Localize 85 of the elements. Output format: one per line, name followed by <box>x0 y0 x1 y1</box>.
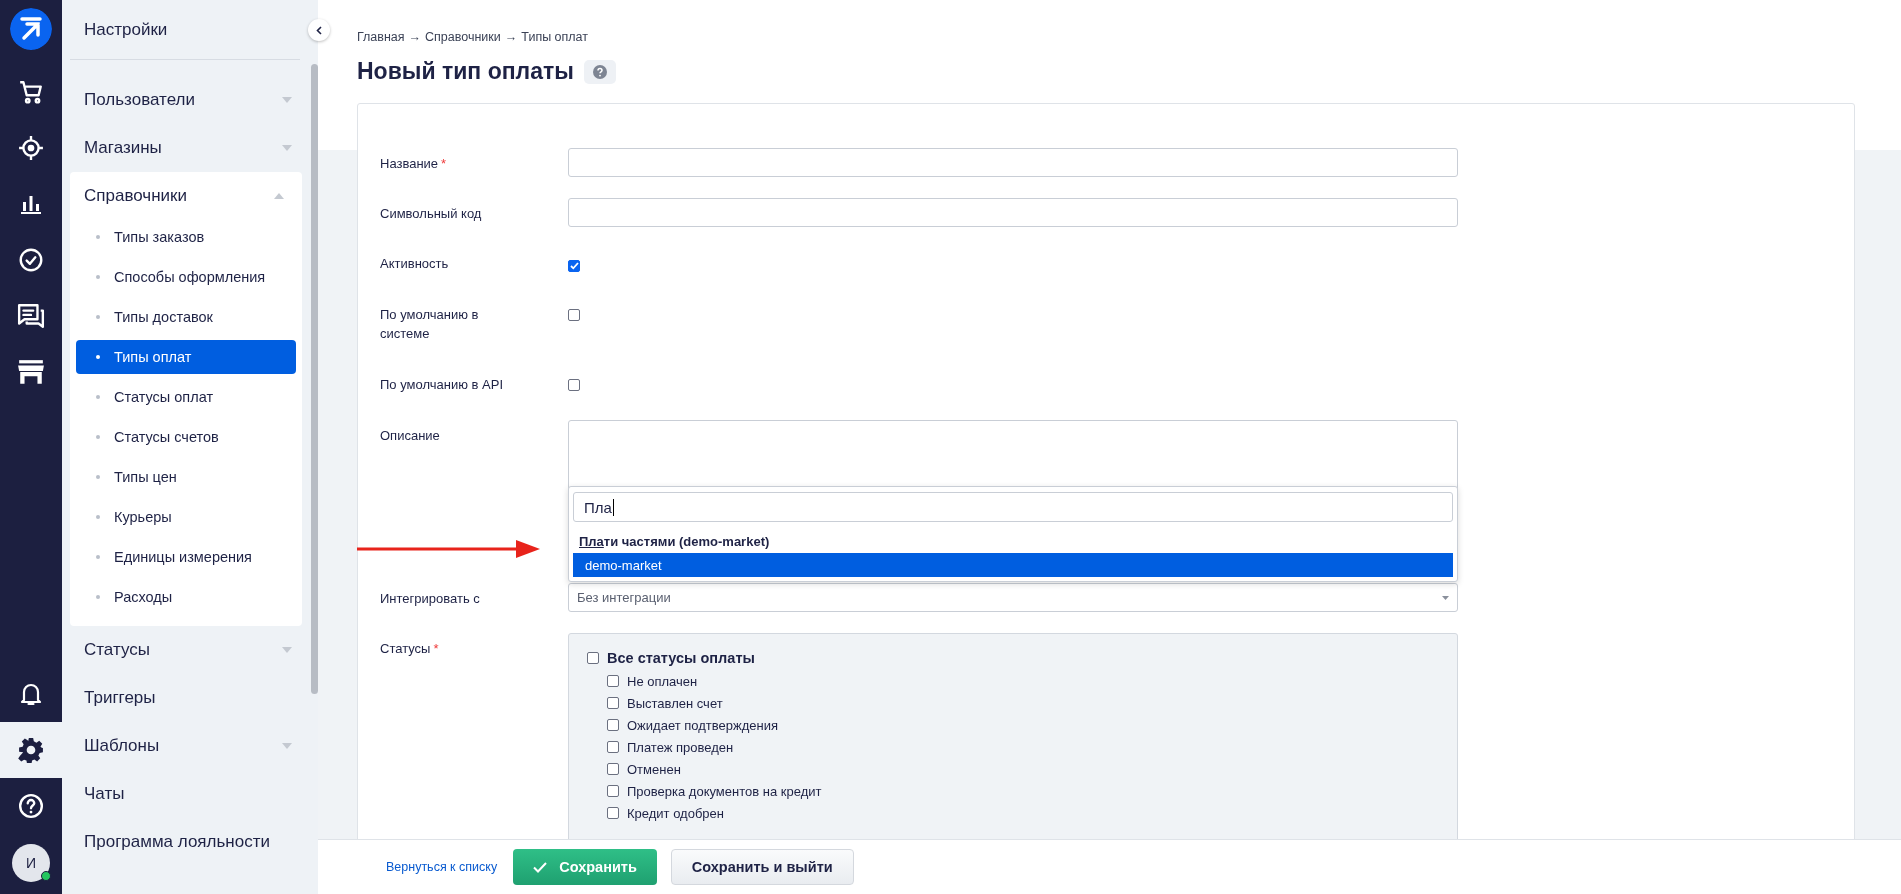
field-label: Статусы * <box>380 640 440 658</box>
checkbox[interactable] <box>607 763 619 775</box>
checkbox-label: Проверка документов на кредит <box>627 783 822 799</box>
submenu-item[interactable]: Способы оформления <box>76 260 296 294</box>
help-button[interactable] <box>583 59 616 84</box>
caret-icon <box>282 145 292 151</box>
collapse-button[interactable] <box>308 19 330 41</box>
checkbox[interactable] <box>607 697 619 709</box>
user-avatar[interactable]: И <box>12 844 50 882</box>
sidebar-item[interactable]: Магазины <box>70 124 310 172</box>
breadcrumb-link[interactable]: Справочники <box>425 30 501 44</box>
page-title: Новый тип оплаты <box>357 58 574 85</box>
checkbox[interactable] <box>607 741 619 753</box>
sidebar-item[interactable]: Шаблоны <box>70 722 310 770</box>
checkbox[interactable] <box>607 719 619 731</box>
submenu-item[interactable]: Типы заказов <box>76 220 296 254</box>
breadcrumb-link[interactable]: Типы оплат <box>521 30 589 44</box>
caret-icon <box>1442 595 1449 600</box>
checkbox-label: Ожидает подтверждения <box>627 717 778 733</box>
field-label: Название * <box>380 155 448 173</box>
field-label: По умолчанию в API <box>380 376 504 394</box>
submenu-item[interactable]: Типы цен <box>76 460 296 494</box>
option-group-label: Плати частями (demo-market) <box>579 534 770 549</box>
caret-icon <box>282 97 292 103</box>
check-circle-icon <box>18 247 44 273</box>
sidebar-item[interactable]: Чаты <box>70 770 310 818</box>
text-input[interactable] <box>568 198 1458 227</box>
field-label: Интегрировать с <box>380 590 481 608</box>
checkbox[interactable] <box>568 379 580 391</box>
checkbox-label: Не оплачен <box>627 673 698 689</box>
field-label: Активность <box>380 255 450 273</box>
field-label: По умолчанию в системе <box>380 306 480 343</box>
nav-button[interactable] <box>0 722 62 778</box>
breadcrumb-separator: → <box>504 30 518 44</box>
submenu-item[interactable]: Расходы <box>76 580 296 614</box>
save-and-exit-button[interactable]: Сохранить и выйти <box>670 849 854 885</box>
chevron-left-icon <box>316 25 322 35</box>
help-icon <box>18 793 44 819</box>
text-input[interactable] <box>568 148 1458 177</box>
checkbox[interactable] <box>607 807 619 819</box>
checkbox-label: Все статусы оплаты <box>607 650 755 666</box>
settings-icon <box>18 737 44 763</box>
caret-icon <box>274 193 284 199</box>
crosshair-icon <box>18 135 44 161</box>
sidebar-item[interactable]: Пользователи <box>70 76 310 124</box>
help-icon <box>592 64 607 79</box>
checkbox[interactable] <box>568 309 580 321</box>
dropdown-search-field[interactable]: Пла <box>573 492 1453 522</box>
required-mark: * <box>433 641 439 656</box>
back-link[interactable]: Вернуться к списку <box>386 860 498 874</box>
checkbox[interactable] <box>607 785 619 797</box>
bell-icon <box>19 681 43 707</box>
field-label: Описание <box>380 427 441 445</box>
cart-icon <box>18 79 44 105</box>
integration-select[interactable]: Без интеграции <box>568 583 1458 612</box>
store-icon <box>17 359 45 385</box>
checkbox[interactable] <box>607 675 619 687</box>
checkbox-label: Отменен <box>627 761 681 777</box>
submenu-item[interactable]: Типы доставок <box>76 300 296 334</box>
caret-icon <box>282 647 292 653</box>
sidebar-title: Настройки <box>70 0 300 60</box>
sidebar-item[interactable]: Статусы <box>70 626 310 674</box>
submenu-item[interactable]: Типы оплат <box>76 340 296 374</box>
caret-icon <box>282 743 292 749</box>
submenu-item[interactable]: Статусы счетов <box>76 420 296 454</box>
sidebar-item[interactable]: Триггеры <box>70 674 310 722</box>
checkbox-label: Выставлен счет <box>627 695 723 711</box>
breadcrumb-separator: → <box>408 30 422 44</box>
checkbox[interactable] <box>587 652 599 664</box>
chat-icon <box>17 303 45 329</box>
sidebar-item[interactable]: Справочники <box>70 172 302 220</box>
submenu-item[interactable]: Статусы оплат <box>76 380 296 414</box>
check-icon <box>533 861 548 873</box>
submenu-item[interactable]: Курьеры <box>76 500 296 534</box>
dropdown-option[interactable]: demo-market <box>573 553 1453 577</box>
checkbox[interactable] <box>568 260 580 272</box>
sidebar-item[interactable]: Программа лояльности <box>70 818 310 866</box>
required-mark: * <box>441 156 447 171</box>
checkbox-label: Платеж проведен <box>627 739 734 755</box>
breadcrumb-link[interactable]: Главная <box>357 30 405 44</box>
scrollbar[interactable] <box>311 64 318 694</box>
checkbox-label: Кредит одобрен <box>627 805 724 821</box>
field-label: Символьный код <box>380 205 483 223</box>
logo-icon[interactable] <box>10 8 52 50</box>
submenu-item[interactable]: Единицы измерения <box>76 540 296 574</box>
